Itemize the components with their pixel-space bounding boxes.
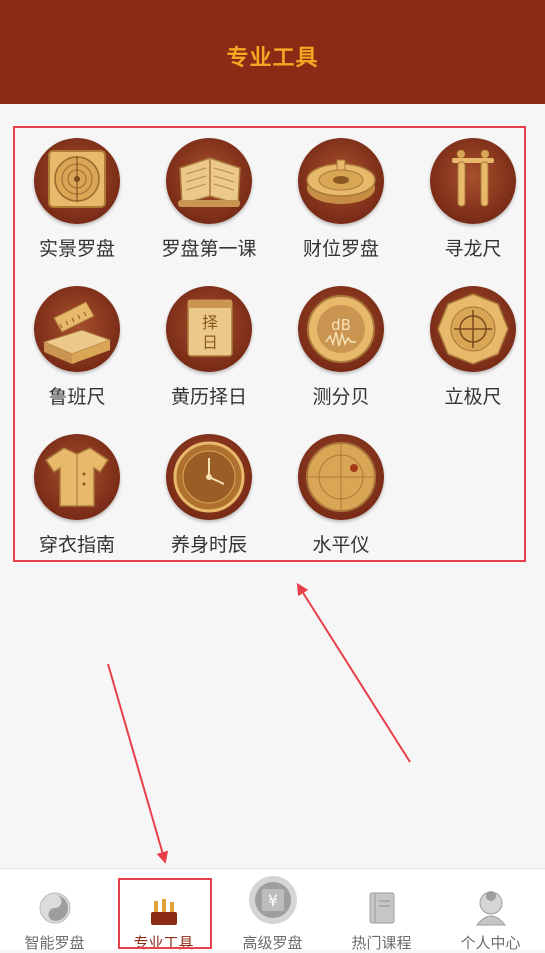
tool-item-compass-lesson[interactable]: 罗盘第一课 xyxy=(143,128,275,268)
tool-item-wealth-compass[interactable]: 财位罗盘 xyxy=(275,128,407,268)
yin-yang-icon xyxy=(38,891,72,929)
svg-text:dB: dB xyxy=(331,316,351,334)
page-title: 专业工具 xyxy=(226,46,319,71)
crosshair-compass-icon xyxy=(430,286,516,372)
tool-label: 鲁班尺 xyxy=(48,386,106,408)
tool-label: 黄历择日 xyxy=(170,386,247,408)
arrow-to-tools xyxy=(296,582,411,763)
tool-item-clothing[interactable]: 穿衣指南 xyxy=(11,424,143,564)
tab-label: 高级罗盘 xyxy=(242,934,303,952)
level-meter-icon xyxy=(298,434,384,520)
tab-smart-compass[interactable]: 智能罗盘 xyxy=(0,869,109,952)
avatar-icon xyxy=(473,889,509,931)
calendar-icon: 择 日 xyxy=(166,286,252,372)
active-tab-highlight-frame xyxy=(118,878,212,949)
yuan-coin-icon: ¥ xyxy=(248,875,298,929)
tab-label: 个人中心 xyxy=(460,934,521,952)
wealth-compass-icon xyxy=(298,138,384,224)
tool-item-real-compass[interactable]: 实景罗盘 xyxy=(11,128,143,268)
tool-label: 寻龙尺 xyxy=(444,238,502,260)
arrow-to-tab xyxy=(107,663,169,864)
tool-item-almanac[interactable]: 择 日 黄历择日 xyxy=(143,276,275,416)
tab-hot-courses[interactable]: 热门课程 xyxy=(327,869,436,952)
svg-text:日: 日 xyxy=(202,333,218,352)
compass-square-icon xyxy=(34,138,120,224)
tool-label: 测分贝 xyxy=(312,386,370,408)
tool-label: 穿衣指南 xyxy=(38,534,115,556)
decibel-meter-icon: dB xyxy=(298,286,384,372)
tool-item-decibel[interactable]: dB 测分贝 xyxy=(275,276,407,416)
tool-label: 财位罗盘 xyxy=(302,238,379,260)
tool-item-health-hours[interactable]: 养身时辰 xyxy=(143,424,275,564)
tool-label: 实景罗盘 xyxy=(38,238,115,260)
tool-item-luban-ruler[interactable]: 鲁班尺 xyxy=(11,276,143,416)
app-header: 专业工具 xyxy=(0,0,545,104)
clothing-icon xyxy=(34,434,120,520)
tab-label: 智能罗盘 xyxy=(24,934,85,952)
svg-text:¥: ¥ xyxy=(267,891,277,910)
tool-label: 立极尺 xyxy=(444,386,502,408)
ruler-box-icon xyxy=(34,286,120,372)
tab-personal-center[interactable]: 个人中心 xyxy=(436,869,545,952)
svg-text:择: 择 xyxy=(202,313,218,332)
bottom-tab-bar: 智能罗盘 专业工具 ¥ 高级罗盘 热门课程 个人中心 xyxy=(0,868,545,952)
scroll-book-icon xyxy=(166,138,252,224)
tool-label: 水平仪 xyxy=(312,534,370,556)
book-icon xyxy=(367,891,397,929)
tool-item-liji-ruler[interactable]: 立极尺 xyxy=(407,276,539,416)
tool-label: 养身时辰 xyxy=(170,534,247,556)
clock-icon xyxy=(166,434,252,520)
tool-item-dowsing-rod[interactable]: 寻龙尺 xyxy=(407,128,539,268)
tool-item-level[interactable]: 水平仪 xyxy=(275,424,407,564)
dowsing-rod-icon xyxy=(430,138,516,224)
tool-label: 罗盘第一课 xyxy=(161,238,257,260)
tab-advanced-compass[interactable]: ¥ 高级罗盘 xyxy=(218,869,327,952)
tab-label: 热门课程 xyxy=(351,934,412,952)
